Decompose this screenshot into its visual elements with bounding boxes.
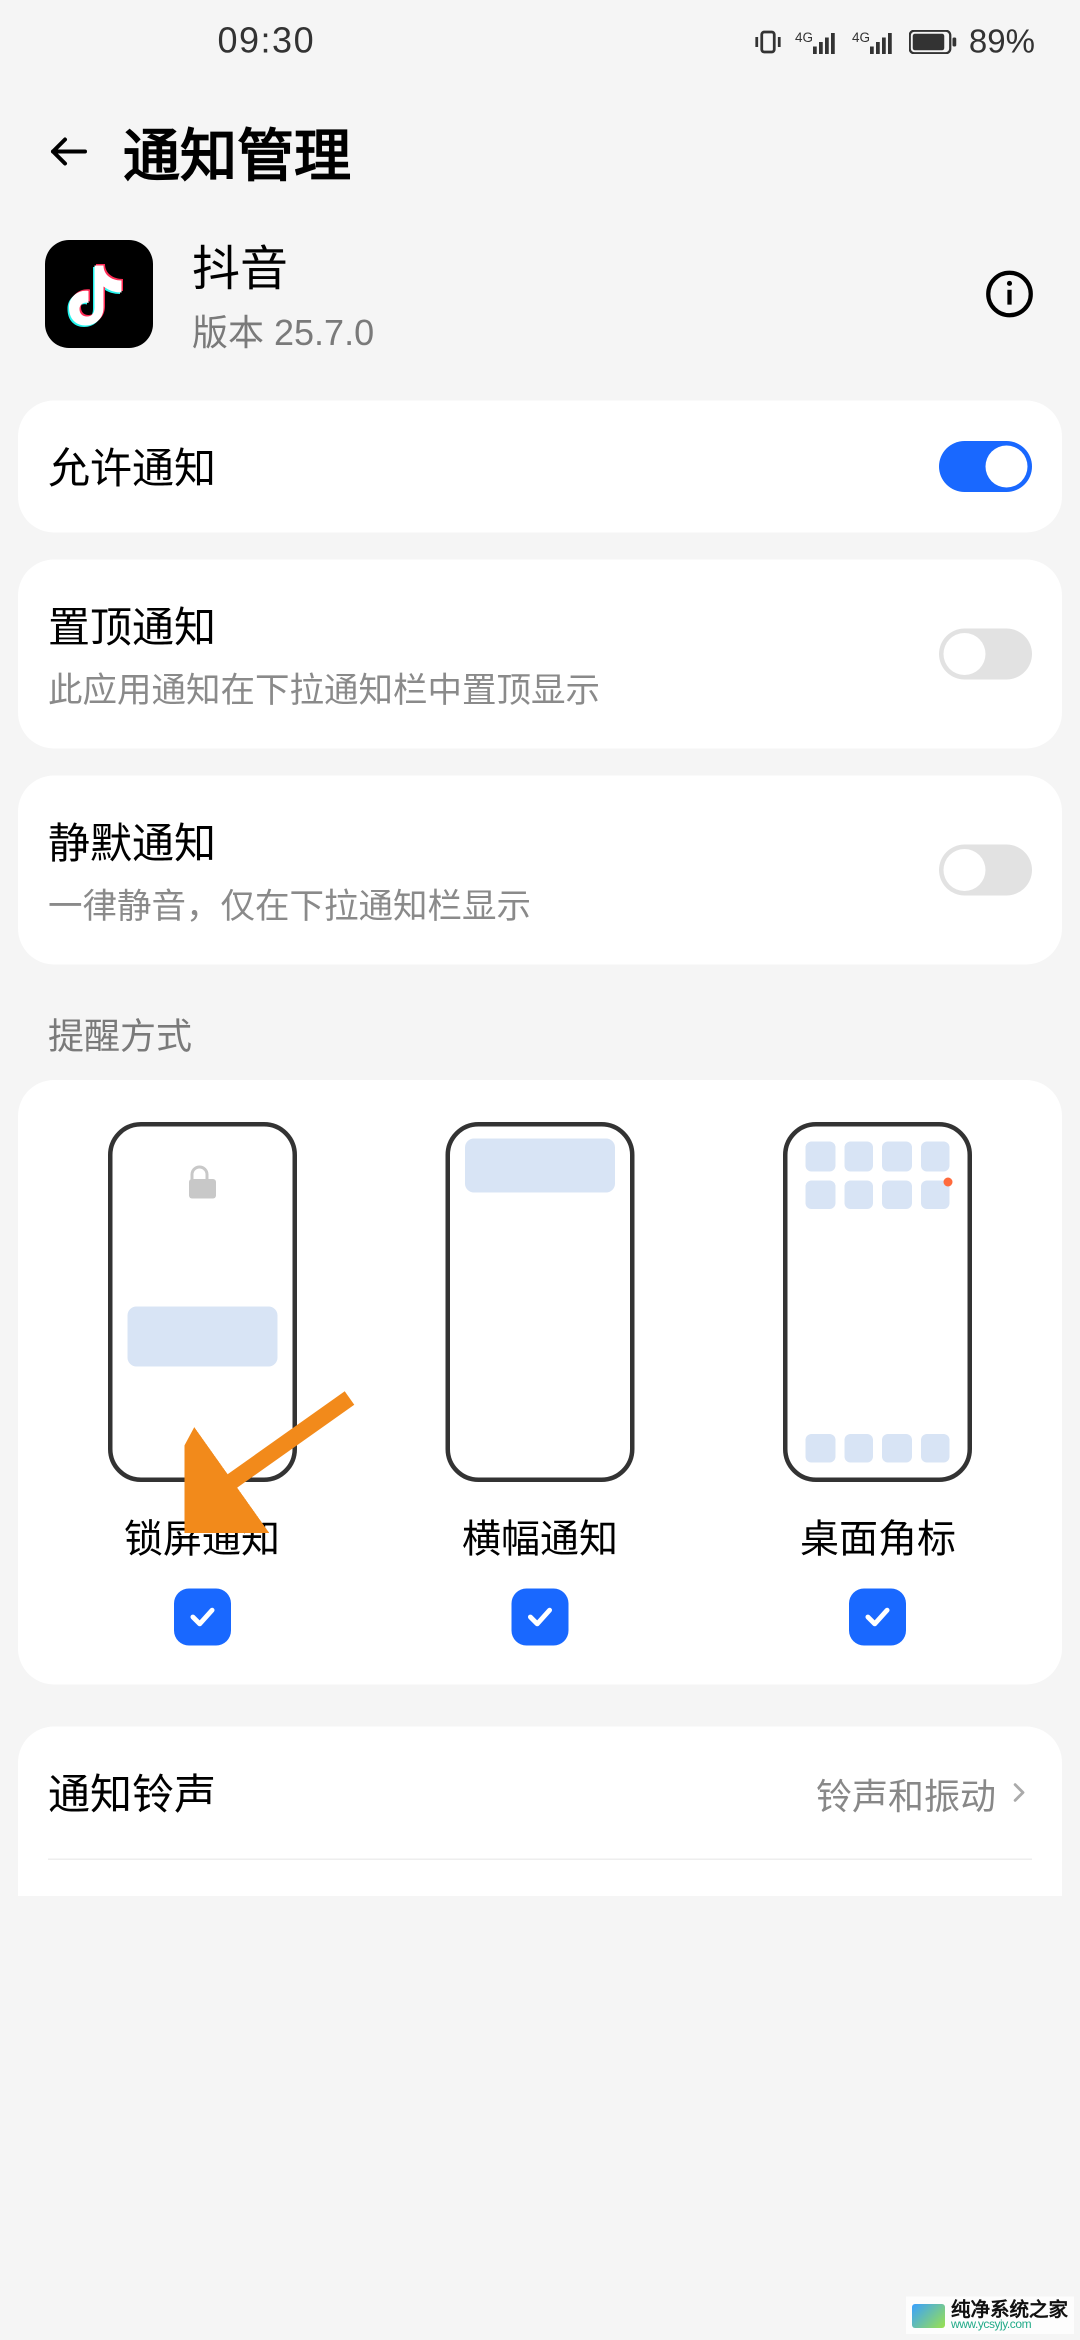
chevron-right-icon	[1005, 1779, 1032, 1806]
mode-lockscreen-label: 锁屏通知	[124, 1509, 280, 1565]
row-pin-notifications[interactable]: 置顶通知 此应用通知在下拉通知栏中置顶显示	[48, 560, 1032, 749]
pin-notifications-toggle[interactable]	[939, 629, 1032, 680]
ringtone-label: 通知铃声	[48, 1763, 816, 1823]
reminder-modes-card: 锁屏通知 横幅通知 桌面角标	[18, 1080, 1062, 1685]
app-version: 版本 25.7.0	[192, 303, 945, 356]
card-pin-notifications: 置顶通知 此应用通知在下拉通知栏中置顶显示	[18, 560, 1062, 749]
battery-icon	[909, 29, 957, 53]
mode-banner-label: 横幅通知	[462, 1509, 618, 1565]
app-icon-douyin	[45, 239, 153, 347]
quiet-notifications-label: 静默通知	[48, 812, 939, 872]
watermark-en: www.ycsyjy.com	[951, 2319, 1068, 2331]
allow-notifications-toggle[interactable]	[939, 441, 1032, 492]
banner-preview	[445, 1122, 634, 1482]
app-name: 抖音	[192, 231, 945, 300]
page-header: 通知管理	[0, 83, 1080, 217]
watermark-logo	[912, 2303, 945, 2327]
svg-text:4G: 4G	[852, 29, 870, 44]
page-title: 通知管理	[123, 110, 351, 193]
info-icon[interactable]	[984, 268, 1035, 319]
row-allow-notifications[interactable]: 允许通知	[48, 401, 1032, 533]
card-quiet-notifications: 静默通知 一律静音，仅在下拉通知栏显示	[18, 776, 1062, 965]
status-bar: 09:30 4G 4G 89%	[0, 0, 1080, 83]
mode-badge-label: 桌面角标	[800, 1509, 956, 1565]
status-time: 09:30	[218, 20, 316, 62]
status-icons: 4G 4G 89%	[753, 22, 1035, 61]
back-icon[interactable]	[45, 127, 93, 175]
lockscreen-preview	[107, 1122, 296, 1482]
badge-preview	[783, 1122, 972, 1482]
quiet-notifications-desc: 一律静音，仅在下拉通知栏显示	[48, 878, 939, 929]
reminder-mode-section-label: 提醒方式	[0, 992, 1080, 1081]
quiet-notifications-toggle[interactable]	[939, 845, 1032, 896]
card-allow-notifications: 允许通知	[18, 401, 1062, 533]
mode-lockscreen-checkbox[interactable]	[173, 1589, 230, 1646]
vibrate-icon	[753, 26, 783, 56]
card-ringtone: 通知铃声 铃声和振动	[18, 1727, 1062, 1897]
watermark-cn: 纯净系统之家	[951, 2300, 1068, 2320]
pin-notifications-desc: 此应用通知在下拉通知栏中置顶显示	[48, 662, 939, 713]
app-info-row: 抖音 版本 25.7.0	[0, 216, 1080, 401]
mode-banner[interactable]: 横幅通知	[373, 1122, 708, 1646]
mode-badge[interactable]: 桌面角标	[711, 1122, 1046, 1646]
signal-4g-icon-1: 4G	[795, 28, 840, 55]
battery-percent: 89%	[969, 22, 1035, 61]
svg-text:4G: 4G	[795, 29, 813, 44]
row-quiet-notifications[interactable]: 静默通知 一律静音，仅在下拉通知栏显示	[48, 776, 1032, 965]
allow-notifications-label: 允许通知	[48, 437, 939, 497]
watermark: 纯净系统之家 www.ycsyjy.com	[906, 2297, 1074, 2335]
mode-banner-checkbox[interactable]	[511, 1589, 568, 1646]
ringtone-value: 铃声和振动	[816, 1766, 996, 1819]
mode-badge-checkbox[interactable]	[849, 1589, 906, 1646]
lock-icon	[188, 1166, 215, 1199]
mode-lockscreen[interactable]: 锁屏通知	[35, 1122, 370, 1646]
signal-4g-icon-2: 4G	[852, 28, 897, 55]
pin-notifications-label: 置顶通知	[48, 596, 939, 656]
row-ringtone[interactable]: 通知铃声 铃声和振动	[48, 1727, 1032, 1859]
